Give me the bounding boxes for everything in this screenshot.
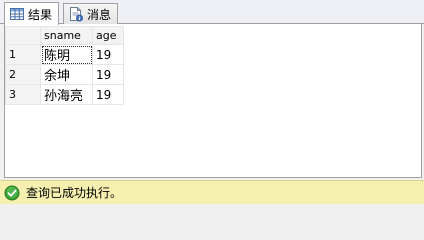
row-number[interactable]: 1	[5, 44, 41, 65]
cell-sname[interactable]: 孙海亮	[40, 84, 93, 105]
query-status-bar: 查询已成功执行。	[0, 180, 424, 204]
table-row: 2 余坤 19	[5, 64, 124, 85]
column-header-sname[interactable]: sname	[40, 26, 93, 45]
row-number-header[interactable]	[5, 26, 41, 45]
results-tab-strip: 结果 消息	[0, 0, 424, 25]
status-message: 查询已成功执行。	[26, 186, 123, 200]
column-header-age[interactable]: age	[92, 26, 124, 45]
grid-icon	[9, 6, 25, 22]
table-row: 3 孙海亮 19	[5, 84, 124, 105]
cell-age[interactable]: 19	[92, 64, 124, 85]
tab-messages[interactable]: 消息	[63, 3, 119, 24]
row-number[interactable]: 3	[5, 84, 41, 105]
grid-header-row: sname age	[5, 26, 124, 45]
results-grid: sname age 1 陈明 19 2 余坤 19 3 孙海亮 19	[5, 26, 124, 105]
cell-age[interactable]: 19	[92, 84, 124, 105]
tab-messages-label: 消息	[87, 7, 112, 22]
tab-results-label: 结果	[28, 7, 53, 22]
cell-age[interactable]: 19	[92, 44, 124, 65]
cell-sname[interactable]: 余坤	[40, 64, 93, 85]
message-icon	[68, 6, 84, 22]
cell-sname[interactable]: 陈明	[40, 44, 93, 65]
table-row: 1 陈明 19	[5, 44, 124, 65]
row-number[interactable]: 2	[5, 64, 41, 85]
tab-results[interactable]: 结果	[4, 2, 60, 25]
success-check-icon	[4, 185, 20, 201]
results-grid-pane[interactable]: sname age 1 陈明 19 2 余坤 19 3 孙海亮 19	[4, 24, 422, 178]
